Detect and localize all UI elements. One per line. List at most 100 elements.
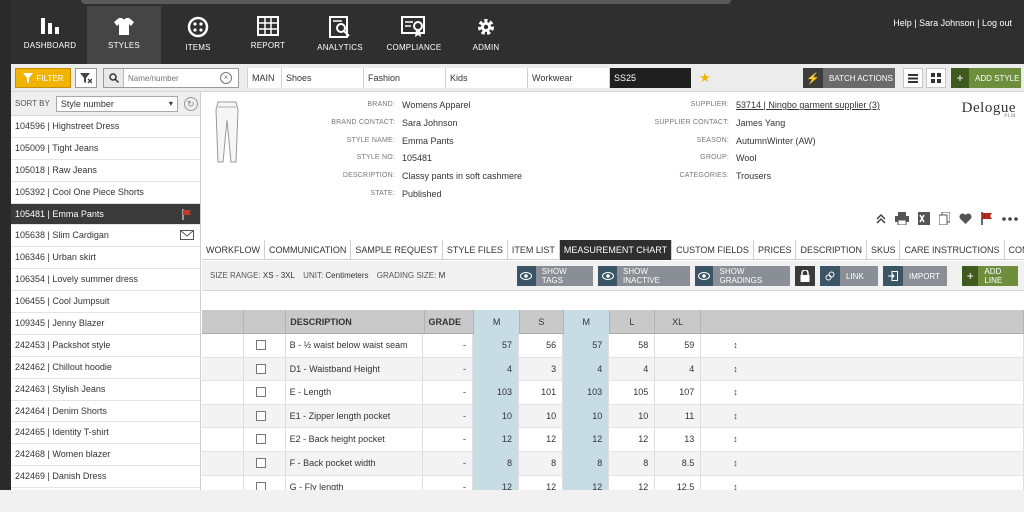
sidebar-style-item[interactable]: 109345 | Jenny Blazer <box>11 313 200 335</box>
tab-measurement-chart[interactable]: MEASUREMENT CHART <box>559 240 673 260</box>
sidebar-style-item[interactable]: 106354 | Lovely summer dress <box>11 269 200 292</box>
size-value-s[interactable]: 10 <box>519 404 564 429</box>
row-checkbox[interactable] <box>255 410 266 421</box>
tab-care-instructions[interactable]: CARE INSTRUCTIONS <box>900 240 1005 260</box>
size-value-l[interactable]: 12 <box>609 475 656 490</box>
table-header-cell[interactable]: DESCRIPTION <box>286 310 425 334</box>
size-value-l[interactable]: 4 <box>609 357 656 382</box>
copy-icon[interactable] <box>939 212 950 225</box>
tab-sample-request[interactable]: SAMPLE REQUEST <box>351 240 443 260</box>
tab-compliance[interactable]: COMPLIANCE <box>1005 240 1024 260</box>
table-row[interactable]: E2 - Back height pocket -12 12 12 12 13 ↕ <box>202 428 1024 452</box>
size-value-s[interactable]: 12 <box>519 475 564 490</box>
size-value-l[interactable]: 105 <box>609 381 656 405</box>
size-value-m2[interactable]: 12 <box>563 428 610 452</box>
row-checkbox[interactable] <box>255 481 266 490</box>
add-style-button[interactable]: + ADD STYLE <box>951 68 1021 88</box>
add-line-button[interactable]: + ADD LINE <box>962 266 1018 286</box>
sidebar-style-item[interactable]: 242463 | Stylish Jeans <box>11 379 200 401</box>
list-view-button[interactable] <box>903 68 923 88</box>
size-value-xl[interactable]: 11 <box>655 404 702 429</box>
size-value-xl[interactable]: 12.5 <box>655 475 702 490</box>
reorder-handle-icon[interactable]: ↕ <box>701 428 1024 452</box>
tab-shoes[interactable]: Shoes <box>281 68 363 88</box>
size-value-m2[interactable]: 8 <box>563 451 610 476</box>
excel-icon[interactable] <box>918 212 930 225</box>
show-tags-button[interactable]: SHOW TAGS <box>517 266 593 286</box>
grade-value[interactable]: - <box>423 357 473 382</box>
reorder-handle-icon[interactable]: ↕ <box>701 451 1024 476</box>
sidebar-style-item[interactable]: 242453 | Packshot style <box>11 335 200 357</box>
flag-icon[interactable] <box>182 208 192 220</box>
nav-analytics[interactable]: ANALYTICS <box>303 6 377 64</box>
reorder-handle-icon[interactable]: ↕ <box>701 404 1024 429</box>
tab-communication[interactable]: COMMUNICATION <box>265 240 352 260</box>
grid-view-button[interactable] <box>926 68 946 88</box>
link-button[interactable]: LINK <box>820 266 878 286</box>
grade-value[interactable]: - <box>423 334 473 358</box>
table-row[interactable]: E - Length -103 101 103 105 107 ↕ <box>202 381 1024 405</box>
sidebar-style-item[interactable]: 105481 | Emma Pants <box>11 203 200 226</box>
table-row[interactable]: E1 - Zipper length pocket -10 10 10 10 11 ↕ <box>202 404 1024 429</box>
tab-custom-fields[interactable]: CUSTOM FIELDS <box>672 240 754 260</box>
sidebar-style-item[interactable]: 106346 | Urban skirt <box>11 247 200 270</box>
row-checkbox[interactable] <box>255 434 266 445</box>
sidebar-style-item[interactable]: 104596 | Highstreet Dress <box>11 116 200 138</box>
sidebar-style-item[interactable]: 106455 | Cool Jumpsuit <box>11 291 200 314</box>
show-gradings-button[interactable]: SHOW GRADINGS <box>695 266 790 286</box>
size-value-xl[interactable]: 8.5 <box>655 451 702 476</box>
reorder-handle-icon[interactable]: ↕ <box>701 475 1024 490</box>
reorder-handle-icon[interactable]: ↕ <box>701 381 1024 405</box>
size-value-m2[interactable]: 4 <box>563 357 610 382</box>
row-checkbox[interactable] <box>255 363 266 374</box>
size-value-m2[interactable]: 57 <box>563 334 610 358</box>
tab-prices[interactable]: PRICES <box>754 240 797 260</box>
row-checkbox[interactable] <box>255 457 266 468</box>
sidebar-style-item[interactable]: 242469 | Danish Dress <box>11 466 200 489</box>
sidebar-style-item[interactable]: 105018 | Raw Jeans <box>11 160 200 182</box>
size-value-l[interactable]: 12 <box>609 428 656 452</box>
sidebar-style-item[interactable]: 242462 | Chillout hoodie <box>11 357 200 379</box>
import-button[interactable]: IMPORT <box>883 266 947 286</box>
size-value-m[interactable]: 12 <box>473 475 520 490</box>
mail-icon[interactable] <box>180 230 194 241</box>
user-links[interactable]: Help | Sara Johnson | Log out <box>893 18 1012 28</box>
grade-value[interactable]: - <box>423 428 473 452</box>
size-value-s[interactable]: 12 <box>519 428 564 452</box>
tab-main[interactable]: MAIN <box>247 68 281 88</box>
size-value-xl[interactable]: 13 <box>655 428 702 452</box>
pants-thumbnail[interactable] <box>212 100 242 164</box>
table-row[interactable]: G - Fly length -12 12 12 12 12.5 ↕ <box>202 475 1024 490</box>
table-row[interactable]: B - ½ waist below waist seam -57 56 57 58 59 ↕ <box>202 334 1024 358</box>
tab-workwear[interactable]: Workwear <box>527 68 609 88</box>
size-value-xl[interactable]: 4 <box>655 357 702 382</box>
size-value-s[interactable]: 56 <box>519 334 564 358</box>
nav-styles[interactable]: STYLES <box>87 6 161 64</box>
size-value-m[interactable]: 12 <box>473 428 520 452</box>
size-value-m[interactable]: 10 <box>473 404 520 429</box>
size-value-s[interactable]: 3 <box>519 357 564 382</box>
flag-icon[interactable] <box>981 212 993 225</box>
print-icon[interactable] <box>895 212 909 225</box>
size-value-m2[interactable]: 12 <box>563 475 610 490</box>
sidebar-style-item[interactable]: 105638 | Slim Cardigan <box>11 225 200 248</box>
row-checkbox[interactable] <box>255 340 266 350</box>
tab-ss25[interactable]: SS25 <box>609 68 691 88</box>
sidebar-style-item[interactable]: 105009 | Tight Jeans <box>11 138 200 160</box>
favorite-star-icon[interactable]: ★ <box>694 68 716 88</box>
batch-actions-button[interactable]: ⚡ BATCH ACTIONS <box>803 68 895 88</box>
search-icon[interactable] <box>104 69 124 87</box>
row-checkbox[interactable] <box>255 387 266 398</box>
tab-workflow[interactable]: WORKFLOW <box>202 240 265 260</box>
grade-value[interactable]: - <box>423 381 473 405</box>
nav-dashboard[interactable]: DASHBOARD <box>13 6 87 64</box>
tab-description[interactable]: DESCRIPTION <box>796 240 867 260</box>
field-value[interactable]: 53714 | Ningbo garment supplier (3) <box>736 100 880 110</box>
tab-style-files[interactable]: STYLE FILES <box>443 240 508 260</box>
tab-skus[interactable]: SKUS <box>867 240 901 260</box>
size-value-xl[interactable]: 59 <box>655 334 702 358</box>
search-input[interactable] <box>124 70 216 86</box>
sidebar-style-item[interactable]: 242465 | Identity T-shirt <box>11 422 200 445</box>
nav-compliance[interactable]: COMPLIANCE <box>377 6 451 64</box>
sort-select[interactable]: Style number ▾ <box>55 95 178 112</box>
